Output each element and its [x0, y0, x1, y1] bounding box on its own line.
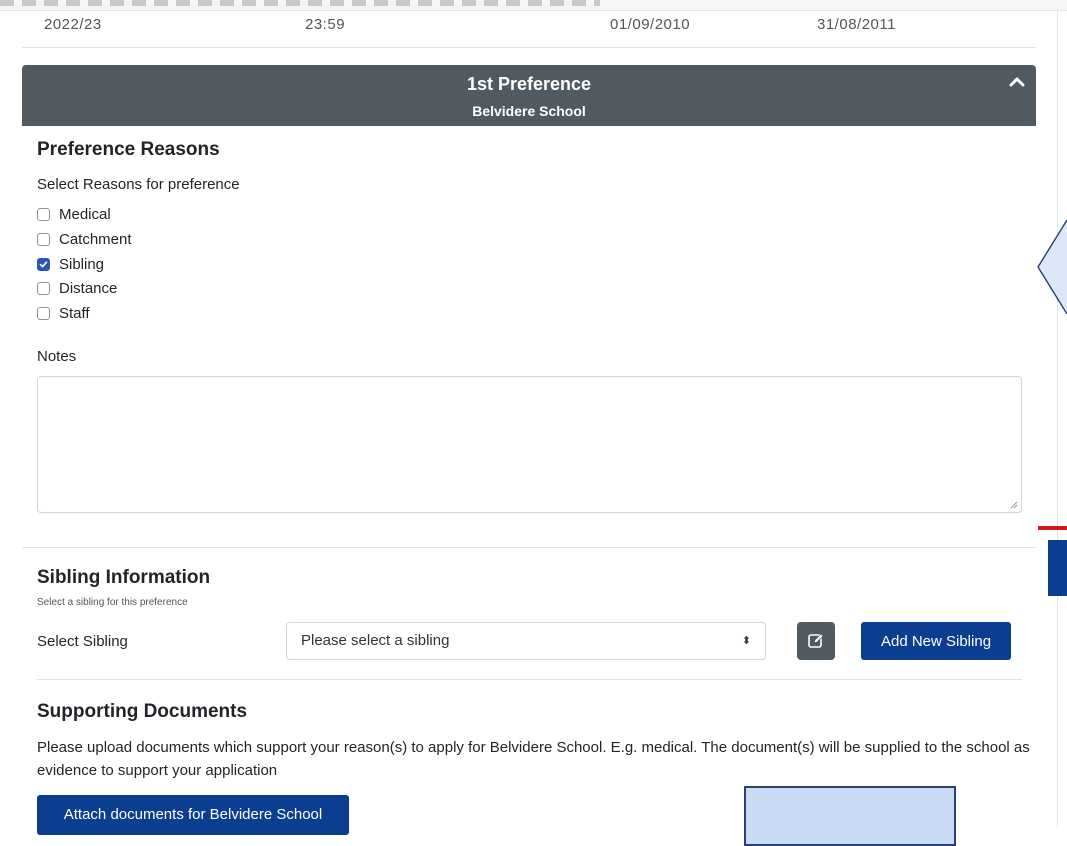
catchment-label: Catchment	[59, 230, 132, 248]
preference-school: Belvidere School	[472, 103, 586, 119]
table-cell-time: 23:59	[305, 16, 346, 33]
medical-checkbox[interactable]	[37, 207, 50, 221]
check-icon	[39, 260, 48, 267]
staff-label: Staff	[59, 304, 90, 322]
reasons-instruction: Select Reasons for preference	[37, 176, 240, 193]
attach-documents-button[interactable]: Attach documents for Belvidere School	[37, 795, 349, 835]
chevron-up-icon[interactable]	[1008, 73, 1026, 91]
sibling-select[interactable]: Please select a sibling ⬍	[286, 622, 766, 660]
sibling-label: Sibling	[59, 255, 105, 273]
section-divider	[37, 679, 1022, 680]
distance-checkbox[interactable]	[37, 281, 50, 295]
reason-distance[interactable]: Distance	[37, 278, 117, 298]
medical-label: Medical	[59, 205, 111, 223]
sibling-select-value: Please select a sibling	[301, 632, 450, 649]
reason-medical[interactable]: Medical	[37, 204, 111, 224]
sibling-information-heading: Sibling Information	[37, 567, 211, 588]
catchment-checkbox[interactable]	[37, 232, 50, 246]
staff-checkbox[interactable]	[37, 306, 50, 320]
distance-label: Distance	[59, 279, 118, 297]
reason-staff[interactable]: Staff	[37, 303, 90, 323]
supporting-documents-description: Please upload documents which support yo…	[37, 739, 1030, 779]
preference-title: 1st Preference	[466, 74, 592, 94]
supporting-documents-heading: Supporting Documents	[37, 701, 248, 722]
browser-top-strip	[0, 0, 1067, 11]
sibling-checkbox[interactable]	[37, 257, 50, 271]
edit-sibling-button[interactable]	[797, 622, 835, 660]
reason-catchment[interactable]: Catchment	[37, 229, 132, 249]
table-row: 2022/23 23:59 01/09/2010 31/08/2011	[22, 14, 1036, 48]
content-right-border	[1057, 10, 1058, 827]
notes-label: Notes	[37, 348, 77, 365]
sort-arrows-icon: ⬍	[741, 635, 751, 647]
table-cell-year: 2022/23	[44, 16, 102, 33]
select-sibling-label: Select Sibling	[37, 633, 128, 650]
side-tab[interactable]	[1048, 540, 1067, 596]
add-new-sibling-button[interactable]: Add New Sibling	[861, 622, 1011, 660]
edit-icon	[808, 633, 824, 648]
annotation-red-line	[1038, 526, 1067, 530]
resize-grip-icon[interactable]	[1010, 501, 1018, 509]
preference-header[interactable]: 1st Preference Belvidere School	[22, 65, 1036, 126]
table-cell-date-from: 01/09/2010	[610, 16, 691, 33]
notes-textarea[interactable]	[37, 376, 1022, 513]
reason-sibling[interactable]: Sibling	[37, 254, 104, 274]
callout-pointer	[1037, 219, 1067, 315]
preference-reasons-heading: Preference Reasons	[37, 139, 220, 160]
sibling-subtext: Select a sibling for this preference	[37, 597, 188, 608]
section-divider	[22, 547, 1036, 548]
table-cell-date-to: 31/08/2011	[817, 16, 896, 33]
annotation-box	[744, 786, 956, 846]
